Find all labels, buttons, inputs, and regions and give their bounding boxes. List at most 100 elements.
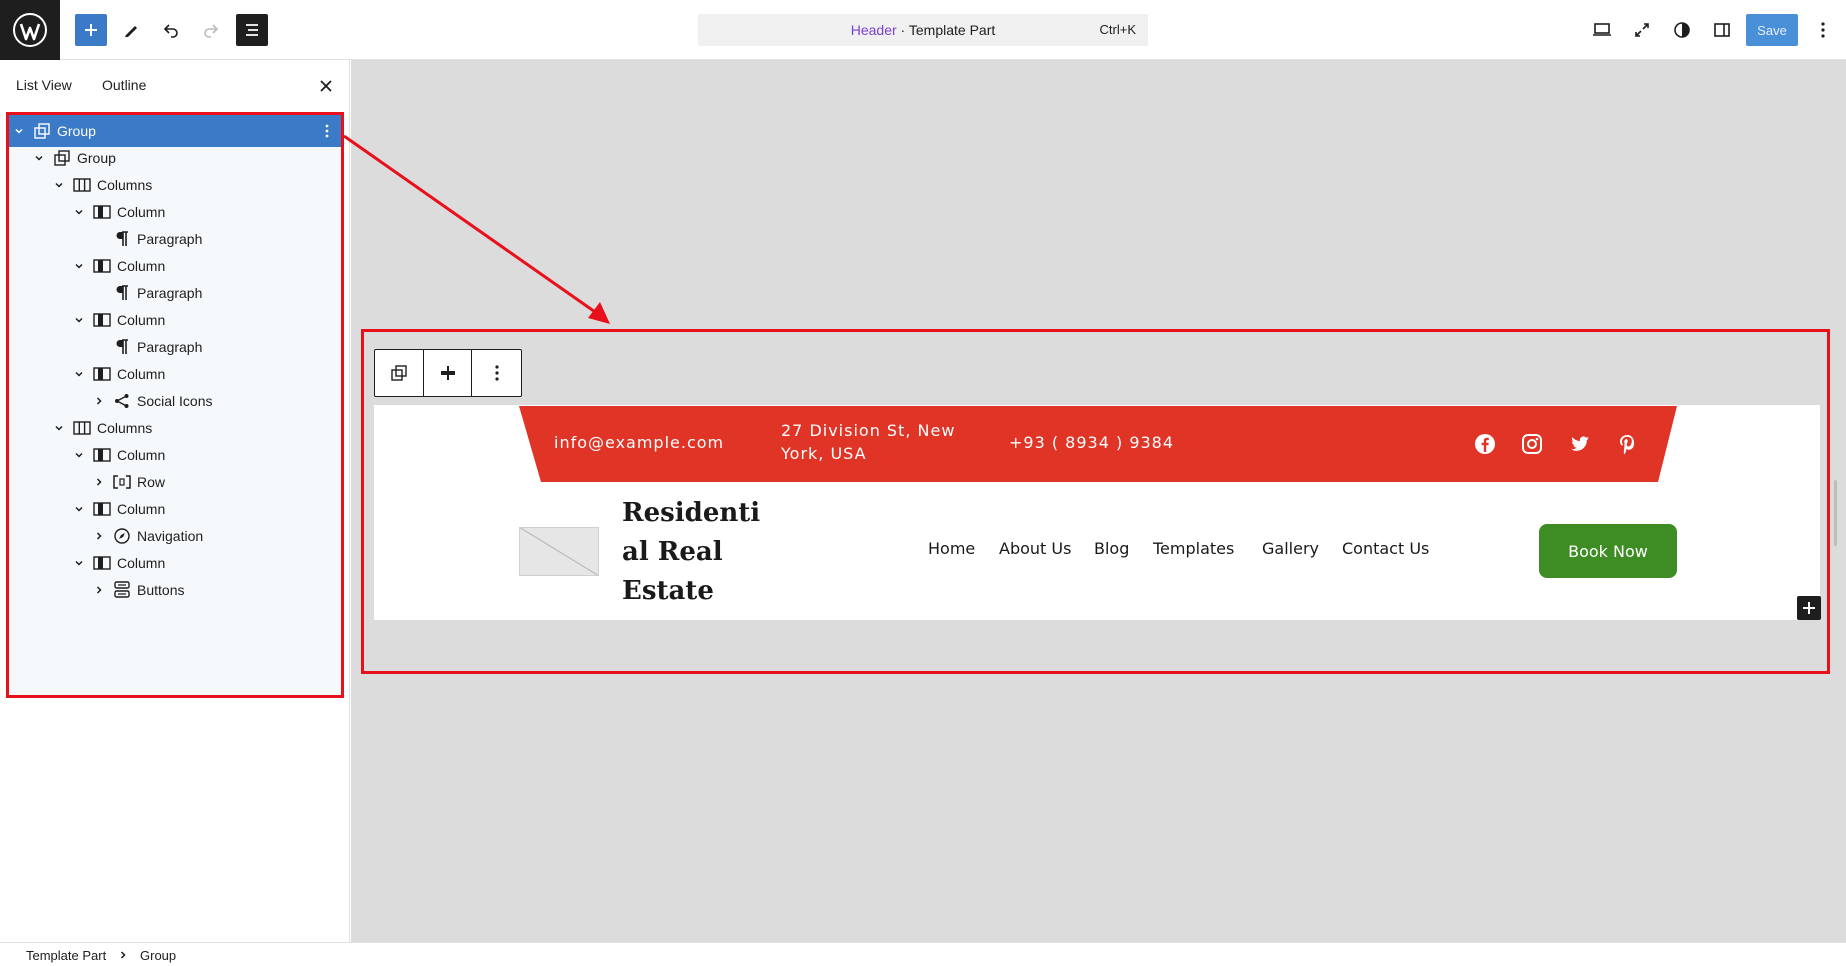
nav-item-templates[interactable]: Templates	[1153, 539, 1234, 558]
chevron-down-icon[interactable]	[53, 179, 65, 191]
tree-item-label: Columns	[97, 420, 153, 436]
chevron-down-icon[interactable]	[73, 449, 85, 461]
book-now-button[interactable]: Book Now	[1539, 524, 1677, 578]
save-button[interactable]: Save	[1746, 14, 1798, 46]
chevron-down-icon[interactable]	[13, 125, 25, 137]
chevron-down-icon[interactable]	[73, 260, 85, 272]
contact-email[interactable]: info@example.com	[554, 433, 724, 452]
chevron-down-icon[interactable]	[73, 557, 85, 569]
group-block-type-icon[interactable]	[375, 350, 424, 396]
nav-item-gallery[interactable]: Gallery	[1262, 539, 1319, 558]
column-icon	[93, 446, 111, 464]
block-appender-plus-icon[interactable]	[1797, 596, 1821, 620]
tree-item-buttons[interactable]: Buttons	[9, 574, 341, 606]
canvas-scrollbar[interactable]	[1834, 480, 1837, 546]
tree-item-label: Buttons	[137, 582, 185, 598]
pinterest-icon[interactable]	[1616, 433, 1638, 455]
row-icon	[113, 473, 131, 491]
align-center-icon[interactable]	[424, 350, 473, 396]
tree-item-label: Column	[117, 366, 166, 382]
close-icon[interactable]	[316, 76, 336, 96]
breadcrumb-group: Group	[140, 948, 177, 963]
chevron-right-icon[interactable]	[93, 476, 105, 488]
chevron-down-icon[interactable]	[73, 206, 85, 218]
tree-item-label: Column	[117, 501, 166, 517]
group-icon	[53, 149, 71, 167]
tab-list-view[interactable]: List View	[16, 77, 72, 93]
chevron-down-icon[interactable]	[73, 503, 85, 515]
wordpress-logo-icon[interactable]	[0, 0, 60, 60]
tree-item-label: Social Icons	[137, 393, 213, 409]
breadcrumb-template-part[interactable]: Template Part	[26, 948, 106, 963]
tree-item-label: Group	[57, 123, 96, 139]
tree-item-label: Row	[137, 474, 166, 490]
styles-contrast-icon[interactable]	[1666, 14, 1698, 46]
chevron-right-icon[interactable]	[93, 584, 105, 596]
facebook-icon[interactable]	[1474, 433, 1496, 455]
contact-phone: +93 ( 8934 ) 9384	[1009, 433, 1175, 452]
settings-sidebar-icon[interactable]	[1706, 14, 1738, 46]
chevron-down-icon[interactable]	[53, 422, 65, 434]
block-more-options-icon[interactable]	[472, 350, 521, 396]
navigation-icon	[113, 527, 131, 545]
sidebar-tabs: List View Outline	[0, 60, 350, 108]
command-palette-bar[interactable]: Header · Template Part Ctrl+K	[698, 14, 1148, 46]
zoom-out-icon[interactable]	[1626, 14, 1658, 46]
block-inserter-button[interactable]	[75, 14, 107, 46]
column-icon	[93, 203, 111, 221]
group-icon	[33, 122, 51, 140]
chevron-down-icon[interactable]	[73, 368, 85, 380]
block-options-kebab-icon[interactable]	[319, 123, 335, 139]
breadcrumb: Template Part Group	[0, 942, 1846, 966]
block-toolbar	[374, 349, 522, 397]
chevron-down-icon[interactable]	[73, 314, 85, 326]
tree-item-label: Paragraph	[137, 285, 203, 301]
document-overview-button[interactable]	[236, 14, 268, 46]
paragraph-icon	[113, 284, 131, 302]
tools-pen-icon[interactable]	[115, 14, 147, 46]
twitter-icon[interactable]	[1569, 433, 1591, 455]
site-logo-placeholder[interactable]	[519, 527, 599, 576]
tab-outline[interactable]: Outline	[102, 77, 146, 93]
tree-item-label: Column	[117, 447, 166, 463]
paragraph-icon	[113, 230, 131, 248]
paragraph-icon	[113, 338, 131, 356]
column-icon	[93, 257, 111, 275]
column-icon	[93, 554, 111, 572]
template-part-name: Header	[850, 22, 897, 38]
site-title[interactable]: Residenti al Real Estate	[622, 494, 762, 611]
columns-icon	[73, 176, 91, 194]
chevron-right-icon[interactable]	[93, 395, 105, 407]
site-title-line: Estate	[622, 576, 714, 606]
template-part-type: Template Part	[908, 22, 996, 38]
device-preview-icon[interactable]	[1586, 14, 1618, 46]
tree-item-label: Column	[117, 312, 166, 328]
column-icon	[93, 500, 111, 518]
tree-item-label: Column	[117, 258, 166, 274]
tree-item-label: Navigation	[137, 528, 204, 544]
chevron-right-icon	[118, 948, 128, 963]
block-tree: Group Group Columns Column Paragraph Col…	[6, 112, 344, 698]
column-icon	[93, 311, 111, 329]
nav-item-about-us[interactable]: About Us	[999, 539, 1071, 558]
redo-icon[interactable]	[195, 14, 227, 46]
instagram-icon[interactable]	[1521, 433, 1543, 455]
nav-item-home[interactable]: Home	[928, 539, 975, 558]
share-icon	[113, 392, 131, 410]
command-separator: ·	[896, 22, 909, 38]
editor-topbar: Header · Template Part Ctrl+K Save	[0, 0, 1846, 60]
site-title-line: al Real	[622, 537, 723, 567]
contact-address-line1: 27 Division St, New	[781, 421, 956, 440]
tree-item-label: Group	[77, 150, 116, 166]
tree-item-label: Column	[117, 204, 166, 220]
chevron-right-icon[interactable]	[93, 530, 105, 542]
nav-item-contact-us[interactable]: Contact Us	[1342, 539, 1429, 558]
chevron-down-icon[interactable]	[33, 152, 45, 164]
column-icon	[93, 365, 111, 383]
site-title-line: Residenti	[622, 498, 761, 528]
nav-item-blog[interactable]: Blog	[1094, 539, 1129, 558]
buttons-icon	[113, 581, 131, 599]
options-kebab-icon[interactable]	[1807, 14, 1839, 46]
contact-address-line2: York, USA	[781, 444, 867, 463]
undo-icon[interactable]	[155, 14, 187, 46]
